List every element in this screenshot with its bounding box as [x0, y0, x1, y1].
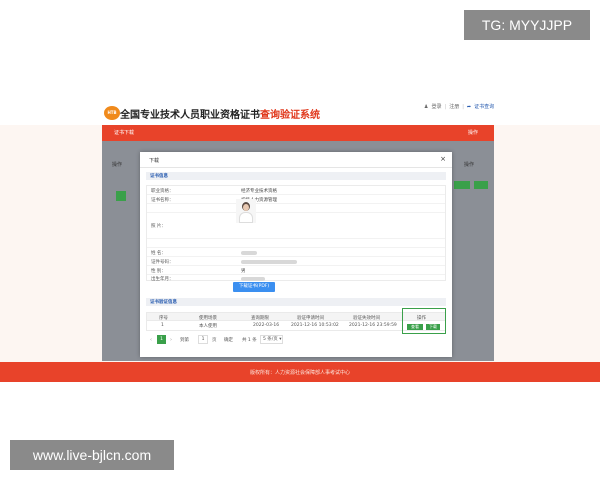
bg-column-header: 操作	[464, 162, 475, 168]
nav-cert-download[interactable]: 证书下载	[114, 129, 134, 136]
site-footer: 版权所有：人力资源社会保障部人事考试中心	[0, 362, 600, 382]
chevron-down-icon: ▾	[277, 337, 282, 342]
per-page-value: 5 条/页	[263, 337, 278, 342]
blurred-value	[241, 251, 257, 255]
site-title-main: 全国专业技术人员职业资格证书	[120, 110, 260, 121]
bg-download-button[interactable]	[474, 181, 488, 189]
bg-view-button[interactable]	[454, 181, 470, 189]
site-title-accent: 查询验证系统	[260, 110, 320, 121]
field-label: 证件号码：	[151, 260, 174, 265]
top-links: ♟ 登录 | 注册 | ➦ 证书查询	[424, 103, 497, 110]
per-page-select[interactable]: 5 条/页 ▾	[260, 335, 283, 344]
table-header-row: 序号 使用场景 查询期限 验证申请时间 验证失效时间 操作	[146, 312, 446, 321]
pager-page-unit: 页	[212, 338, 217, 343]
blurred-value	[241, 260, 297, 264]
info-row: 证书名称： 初级人力资源管理	[147, 195, 445, 204]
site-page: HTB 全国专业技术人员职业资格证书查询验证系统 ♟ 登录 | 注册 | ➦ 证书查询 证书…	[0, 97, 600, 382]
pager-confirm-button[interactable]: 确定	[224, 337, 233, 343]
download-modal: 下载 × 证书信息 职业资格： 经济专业技术资格 证书名称： 初级人力资源管理	[140, 152, 452, 357]
info-row: 职业资格： 经济专业技术资格	[147, 186, 445, 195]
screenshot-root: TG: MYYJJPP HTB 全国专业技术人员职业资格证书查询验证系统 ♟ 登录…	[0, 0, 600, 480]
pager-goto-label: 到第	[180, 338, 189, 343]
field-label: 出生年月：	[151, 277, 174, 282]
photo-face	[243, 204, 249, 211]
pager-page-1[interactable]: 1	[157, 335, 166, 344]
site-title: 全国专业技术人员职业资格证书查询验证系统	[120, 106, 320, 121]
table-row: 1 本人使用 2022-03-16 2021-12-16 10:53:02 20…	[146, 321, 446, 331]
info-row: 姓 名：	[147, 248, 445, 257]
field-label: 照 片：	[151, 224, 166, 229]
section-title: 证书验证信息	[150, 300, 177, 305]
modal-title: 下载	[149, 158, 160, 164]
bg-column-header: 操作	[112, 162, 123, 168]
blurred-value	[241, 277, 265, 281]
link-separator: |	[462, 104, 464, 110]
download-cert-pdf-button[interactable]: 下载证书(PDF)	[233, 282, 275, 292]
field-label: 职业资格：	[151, 189, 174, 194]
table-cell: 1	[161, 323, 164, 328]
section-header-verify-info: 证书验证信息	[146, 298, 446, 306]
section-header-cert-info: 证书信息	[146, 172, 446, 180]
cert-query-link[interactable]: 证书查询	[474, 104, 494, 110]
info-row	[147, 239, 445, 248]
download-button[interactable]: 下载	[426, 324, 440, 330]
bg-pager-page[interactable]	[116, 191, 126, 201]
modal-divider	[140, 167, 452, 168]
field-value: 经济专业技术资格	[241, 189, 277, 194]
id-photo	[236, 199, 256, 223]
url-watermark: www.live-bjlcn.com	[10, 440, 174, 470]
next-page-icon[interactable]: ›	[170, 337, 172, 343]
photo-body	[239, 212, 253, 223]
field-label: 证书名称：	[151, 198, 174, 203]
view-button[interactable]: 查看	[407, 324, 423, 330]
pager-total: 共 1 条	[242, 338, 257, 343]
user-icon: ♟	[424, 104, 429, 110]
nav-bar: 证书下载 操作	[102, 125, 494, 141]
info-row	[147, 204, 445, 213]
nav-operation: 操作	[467, 130, 478, 136]
register-link[interactable]: 注册	[449, 104, 459, 110]
table-cell: 本人使用	[199, 324, 217, 329]
pager-page-input[interactable]: 1	[198, 335, 208, 344]
table-cell: 2022-03-16	[253, 323, 280, 328]
pagination: ‹ 1 › 到第 1 页 确定 共 1 条 5 条/页 ▾	[146, 335, 446, 345]
info-row: 出生年月：	[147, 274, 445, 283]
cert-info-frame: 职业资格： 经济专业技术资格 证书名称： 初级人力资源管理 照 片： 姓 名： …	[146, 185, 446, 283]
login-link[interactable]: 登录	[431, 104, 441, 110]
top-bar: HTB 全国专业技术人员职业资格证书查询验证系统 ♟ 登录 | 注册 | ➦ 证书查询	[0, 97, 600, 125]
operation-highlight-box: 查看 下载	[402, 308, 446, 334]
share-icon: ➦	[466, 104, 472, 110]
info-row: 证件号码：	[147, 257, 445, 266]
field-label: 姓 名：	[151, 251, 166, 256]
tg-watermark: TG: MYYJJPP	[464, 10, 590, 40]
close-icon[interactable]: ×	[440, 155, 446, 163]
prev-page-icon[interactable]: ‹	[150, 337, 152, 343]
info-row-photo: 照 片：	[147, 213, 445, 239]
table-cell: 2021-12-16 23:59:59	[349, 323, 397, 328]
table-cell: 2021-12-16 10:53:02	[291, 323, 339, 328]
footer-text: 版权所有：人力资源社会保障部人事考试中心	[249, 370, 350, 376]
site-logo: HTB	[104, 106, 120, 120]
link-separator: |	[444, 104, 447, 110]
section-title: 证书信息	[150, 174, 168, 179]
